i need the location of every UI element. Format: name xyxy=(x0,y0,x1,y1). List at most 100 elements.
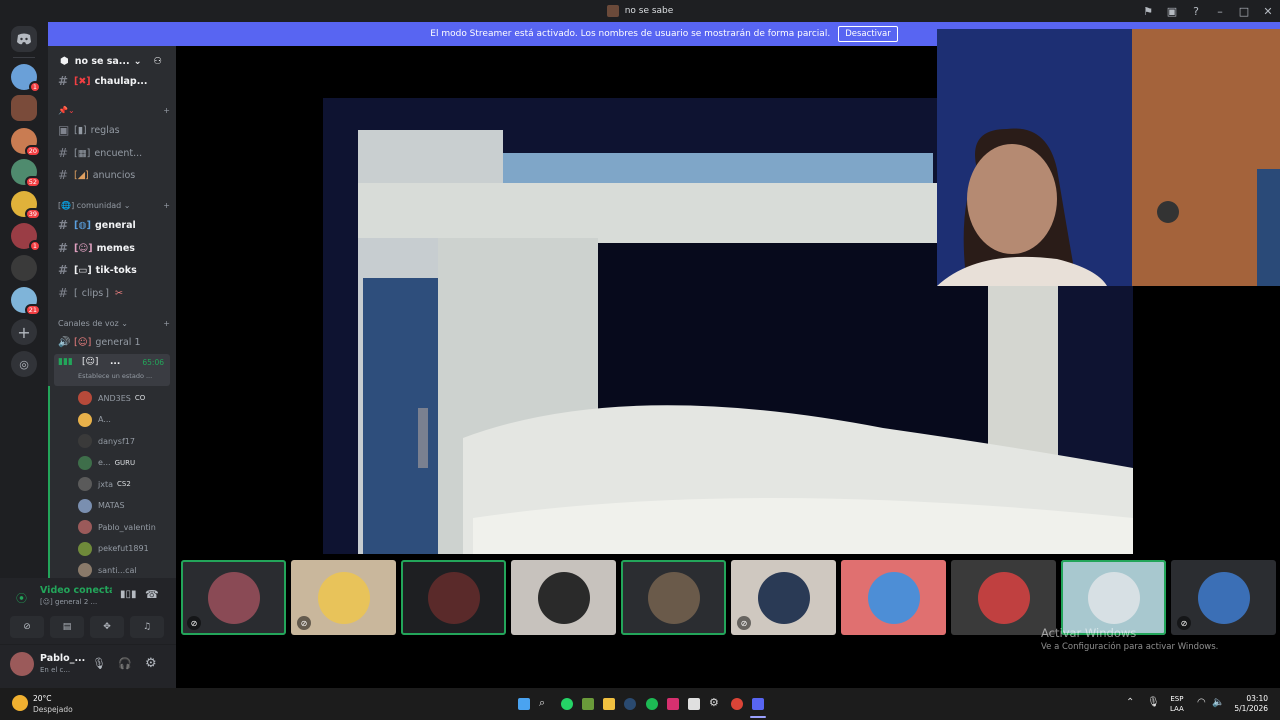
voice-user[interactable]: santi...cal xyxy=(78,561,170,579)
voice-user[interactable]: Pablo_valentin xyxy=(78,518,170,536)
add-server-icon[interactable]: + xyxy=(11,319,37,345)
active-voice-channel[interactable]: ▮▮▮ [☺] ... 65:06 Establece un estado ..… xyxy=(54,354,170,386)
participant-avatar xyxy=(647,571,700,624)
calendar-emoji: [▦] xyxy=(74,147,91,159)
spotify-icon[interactable] xyxy=(646,698,658,710)
voice-user[interactable]: danysf17 xyxy=(78,432,170,450)
camera-off-button[interactable]: ⊘ xyxy=(10,616,44,638)
voice-user-name: Pablo_valentin xyxy=(98,522,156,532)
voice-user[interactable]: A... xyxy=(78,411,170,429)
voice-status-text[interactable]: Video conectad... xyxy=(40,585,112,596)
language-indicator[interactable]: ESP LAA xyxy=(1170,694,1184,714)
participant-avatar xyxy=(207,571,260,624)
voice-user[interactable]: e... GURU xyxy=(78,454,170,472)
microphone-icon[interactable]: 🎙 xyxy=(92,657,106,670)
participant-tile[interactable] xyxy=(401,560,506,635)
activities-button[interactable]: ✥ xyxy=(90,616,124,638)
minimize-icon[interactable]: – xyxy=(1208,5,1232,18)
microphone-tray-icon[interactable]: 🎙 xyxy=(1147,697,1160,708)
weather-temp[interactable]: 20°C xyxy=(33,694,52,703)
participant-tile[interactable] xyxy=(621,560,726,635)
steam-icon[interactable] xyxy=(624,698,636,710)
inbox-icon[interactable]: ▣ xyxy=(1160,5,1184,18)
voice-channel-name[interactable]: [☺] general 2 ... xyxy=(40,598,97,606)
participant-tile[interactable] xyxy=(1061,560,1166,635)
chevron-up-icon[interactable]: ⌃ xyxy=(1126,697,1134,708)
maximize-icon[interactable]: □ xyxy=(1232,5,1256,18)
guild-icon[interactable] xyxy=(11,95,37,121)
instagram-icon[interactable] xyxy=(667,698,679,710)
channel-item[interactable]: # [▭] tik-toks xyxy=(58,261,174,279)
guild-icon[interactable]: 39 xyxy=(11,191,41,220)
participant-tile[interactable] xyxy=(511,560,616,635)
guild-icon[interactable]: 52 xyxy=(11,159,41,188)
voice-user[interactable]: jxta CS2 xyxy=(78,475,170,493)
noise-suppression-icon[interactable]: ▮▯▮ xyxy=(120,589,137,600)
participant-avatar xyxy=(1087,571,1140,624)
voice-channel-item[interactable]: 🔊 [☺] general 1 xyxy=(58,333,174,351)
whatsapp-icon[interactable] xyxy=(561,698,573,710)
participant-tile[interactable]: ⊘ xyxy=(291,560,396,635)
category-community[interactable]: [🌐] comunidad ⌄ + xyxy=(58,201,170,210)
weather-desc[interactable]: Despejado xyxy=(33,705,73,714)
date: 5/1/2026 xyxy=(1234,704,1268,713)
channel-item[interactable]: # [◍] general xyxy=(58,216,174,234)
app-icon[interactable] xyxy=(688,698,700,710)
participant-tile[interactable] xyxy=(841,560,946,635)
channel-item[interactable]: ▣ [▮] reglas xyxy=(58,121,174,139)
discord-taskbar-icon[interactable] xyxy=(752,698,764,710)
participant-tile[interactable]: ⊘ xyxy=(1171,560,1276,635)
voice-user[interactable]: MATAS xyxy=(78,497,170,515)
start-icon[interactable] xyxy=(518,698,530,710)
screen-share-button[interactable]: ▤ xyxy=(50,616,84,638)
soundboard-button[interactable]: ♫ xyxy=(130,616,164,638)
channel-item[interactable]: #[clips] ✂ xyxy=(58,284,174,302)
minecraft-icon[interactable] xyxy=(582,698,594,710)
close-icon[interactable]: ✕ xyxy=(1256,5,1280,18)
voice-user[interactable]: AND3ES CO xyxy=(78,389,170,407)
settings-gear-icon[interactable]: ⚙ xyxy=(145,656,157,671)
clock[interactable]: 03:10 5/1/2026 xyxy=(1232,694,1268,714)
weather-icon[interactable] xyxy=(12,695,28,711)
voice-user-name: A... xyxy=(98,415,111,424)
flag-icon[interactable]: ⚑ xyxy=(1136,5,1160,18)
voice-user[interactable]: pekefut1891 xyxy=(78,540,170,558)
guild-icon[interactable]: 20 xyxy=(11,128,41,157)
discover-icon[interactable]: ◎ xyxy=(11,351,37,377)
add-member-icon[interactable]: ⚇ xyxy=(153,56,162,67)
wifi-icon[interactable]: ◠ xyxy=(1197,697,1206,708)
add-channel-icon[interactable]: + xyxy=(163,106,170,115)
volume-icon[interactable]: 🔈 xyxy=(1212,697,1224,708)
channel-item[interactable]: # [▦] encuent... xyxy=(58,144,174,162)
channel-item[interactable]: # [◢] anuncios xyxy=(58,166,174,184)
headphones-icon[interactable]: 🎧 xyxy=(118,657,132,670)
user-avatar[interactable] xyxy=(10,652,34,676)
user-avatar xyxy=(78,520,92,534)
x-emoji: [✖] xyxy=(74,75,91,87)
participant-tile[interactable]: ⊘ xyxy=(731,560,836,635)
file-explorer-icon[interactable] xyxy=(603,698,615,710)
guild-icon[interactable]: 21 xyxy=(11,287,41,316)
category-voice[interactable]: Canales de voz ⌄ + xyxy=(58,319,170,328)
category-pinned[interactable]: 📌⌄ + xyxy=(58,106,170,115)
guild-icon[interactable] xyxy=(11,255,37,281)
discord-home-icon[interactable] xyxy=(11,26,37,52)
settings-icon[interactable]: ⚙ xyxy=(709,696,721,709)
self-camera-preview[interactable] xyxy=(937,29,1280,286)
participant-tile[interactable] xyxy=(951,560,1056,635)
chrome-icon[interactable] xyxy=(731,698,743,710)
add-channel-icon[interactable]: + xyxy=(163,201,170,210)
participant-tile[interactable]: ⊘ xyxy=(181,560,286,635)
guild-icon[interactable]: 1 xyxy=(11,64,41,93)
help-icon[interactable]: ? xyxy=(1184,5,1208,18)
signal-icon: ⦿ xyxy=(16,592,27,605)
guild-icon[interactable]: 1 xyxy=(11,223,41,252)
disconnect-icon[interactable]: ☎ xyxy=(145,588,159,601)
deactivate-button[interactable]: Desactivar xyxy=(838,26,898,42)
activity-tag: GURU xyxy=(114,458,136,467)
search-icon[interactable]: ⌕ xyxy=(539,696,551,709)
channel-item[interactable]: # [☺] memes xyxy=(58,239,174,257)
voice-status[interactable]: Establece un estado ... xyxy=(78,372,152,380)
add-channel-icon[interactable]: + xyxy=(163,319,170,328)
channel-item[interactable]: # [✖] chaulap... xyxy=(58,72,174,90)
